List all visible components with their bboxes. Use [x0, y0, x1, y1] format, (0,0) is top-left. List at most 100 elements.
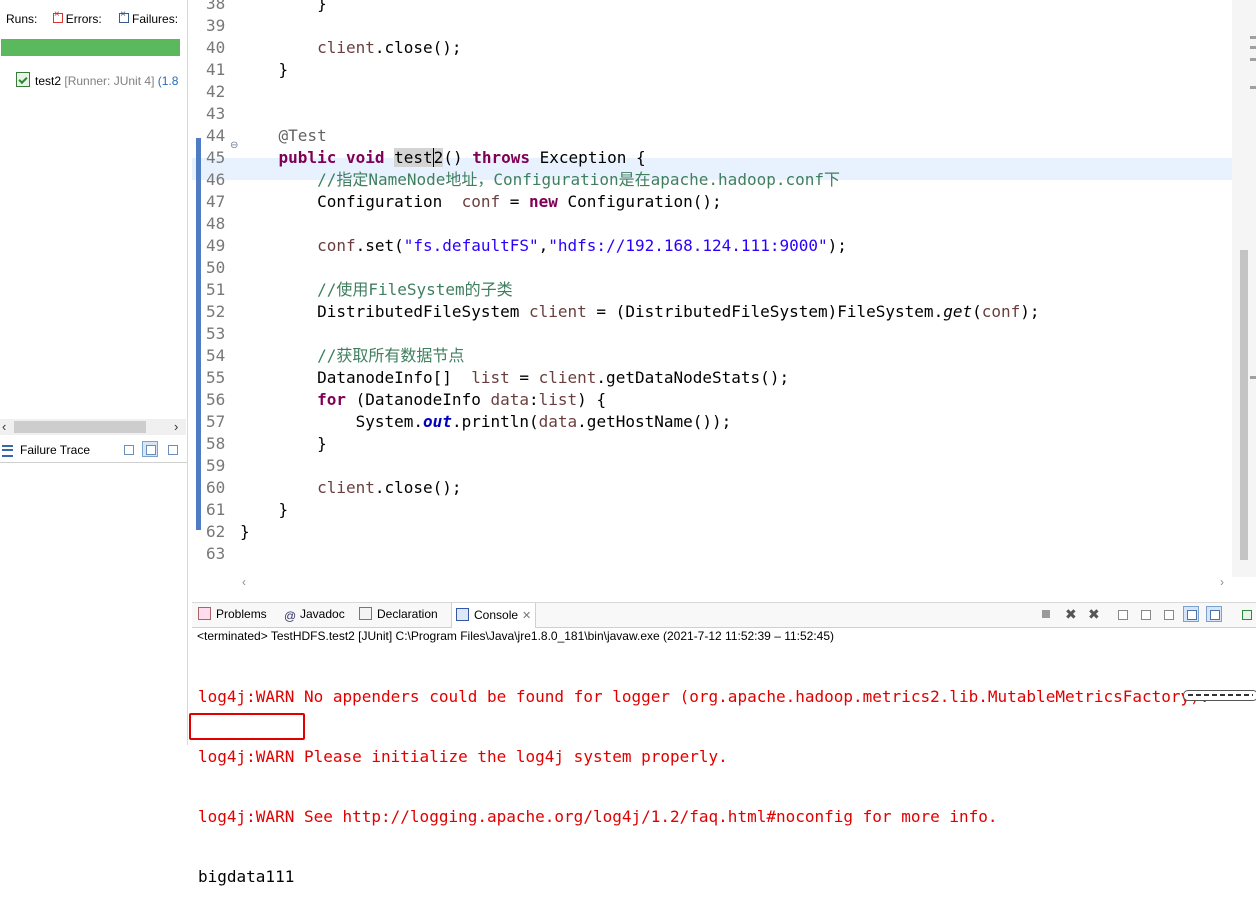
console-warn-line: log4j:WARN Please initialize the log4j s…	[198, 747, 728, 766]
show-on-stderr-icon[interactable]	[1206, 606, 1222, 622]
junit-view: Runs: Errors: Failures: test2 [Runner: J…	[0, 0, 188, 745]
pin-console-icon[interactable]	[1238, 606, 1254, 622]
editor-horizontal-scrollbar[interactable]: ‹ ›	[240, 575, 1232, 591]
console-output-line: bigdata111	[198, 867, 295, 886]
line-number: 39	[206, 16, 226, 35]
clear-console-icon[interactable]	[1114, 606, 1130, 622]
console-icon	[456, 608, 469, 621]
console-output[interactable]: log4j:WARN No appenders could be found f…	[198, 648, 1209, 907]
line-number: 58	[206, 434, 226, 453]
test-tree-item[interactable]: test2 [Runner: JUnit 4] (1.8	[16, 72, 178, 88]
console-warn-line: log4j:WARN No appenders could be found f…	[198, 687, 1210, 706]
code-line[interactable]: }	[240, 433, 327, 455]
tab-declaration[interactable]: Declaration	[359, 607, 438, 621]
output-highlight-box	[189, 713, 305, 740]
line-number: 63	[206, 544, 226, 563]
console-terminated-label: <terminated> TestHDFS.test2 [JUnit] C:\P…	[197, 629, 835, 643]
failure-trace-title: Failure Trace	[20, 443, 91, 457]
failure-trace-icon	[2, 445, 13, 457]
line-number: 52	[206, 302, 226, 321]
code-line[interactable]: }	[240, 0, 327, 15]
line-number: 54	[206, 346, 226, 365]
errors-icon	[52, 9, 63, 23]
copy-trace-icon[interactable]	[164, 441, 180, 457]
tree-horizontal-scrollbar[interactable]: ‹ ›	[0, 419, 186, 435]
tab-label: Declaration	[377, 607, 438, 621]
code-line[interactable]: }	[240, 59, 289, 81]
code-line[interactable]: client.close();	[240, 477, 462, 499]
line-number: 62	[206, 522, 226, 541]
show-on-stdout-icon[interactable]	[1183, 606, 1199, 622]
scroll-right-icon[interactable]: ›	[174, 419, 178, 434]
code-line[interactable]: public void test2() throws Exception {	[240, 147, 646, 169]
change-ruler	[196, 138, 201, 530]
remove-all-icon[interactable]: ✖	[1084, 606, 1100, 622]
problems-icon	[198, 607, 211, 620]
line-number: 42	[206, 82, 226, 101]
code-line[interactable]: //指定NameNode地址，Configuration是在apache.had…	[240, 169, 840, 191]
code-line[interactable]: DistributedFileSystem client = (Distribu…	[240, 301, 1039, 323]
compare-results-icon[interactable]	[120, 441, 136, 457]
word-wrap-icon[interactable]	[1160, 606, 1176, 622]
scroll-thumb[interactable]	[14, 421, 146, 433]
tab-console[interactable]: Console ✕	[451, 603, 537, 628]
code-line[interactable]: conf.set("fs.defaultFS","hdfs://192.168.…	[240, 235, 847, 257]
javadoc-icon: @	[284, 609, 297, 623]
line-number: 43	[206, 104, 226, 123]
failure-trace-header: Failure Trace	[0, 436, 187, 463]
line-number: 44	[206, 126, 226, 145]
code-line[interactable]: client.close();	[240, 37, 462, 59]
line-number: 49	[206, 236, 226, 255]
line-number: 46	[206, 170, 226, 189]
tab-label: Problems	[216, 607, 267, 621]
line-number: 53	[206, 324, 226, 343]
line-number: 55	[206, 368, 226, 387]
tab-problems[interactable]: Problems	[198, 607, 267, 621]
overview-marker[interactable]	[1250, 36, 1256, 39]
code-line[interactable]: @Test	[240, 125, 327, 147]
line-number: 59	[206, 456, 226, 475]
tab-label: Javadoc	[300, 607, 345, 621]
code-line[interactable]: Configuration conf = new Configuration()…	[240, 191, 722, 213]
editor-vertical-scrollbar[interactable]	[1232, 0, 1256, 577]
tab-javadoc[interactable]: @ Javadoc	[284, 607, 345, 622]
code-line[interactable]: for (DatanodeInfo data:list) {	[240, 389, 606, 411]
line-number: 40	[206, 38, 226, 57]
editor-scroll-thumb[interactable]	[1240, 250, 1248, 560]
declaration-icon	[359, 607, 372, 620]
line-number: 47	[206, 192, 226, 211]
overview-marker[interactable]	[1250, 46, 1256, 49]
filter-stack-icon[interactable]	[142, 441, 158, 457]
overview-marker[interactable]	[1250, 58, 1256, 61]
overview-marker[interactable]	[1250, 86, 1256, 89]
line-number: 57	[206, 412, 226, 431]
code-line[interactable]: System.out.println(data.getHostName());	[240, 411, 732, 433]
line-number: 60	[206, 478, 226, 497]
scroll-right-icon[interactable]: ›	[1220, 575, 1224, 589]
code-line[interactable]: //使用FileSystem的子类	[240, 279, 513, 301]
junit-progress-bar	[1, 39, 180, 56]
scroll-left-icon[interactable]: ‹	[2, 419, 6, 434]
scroll-left-icon[interactable]: ‹	[242, 575, 246, 589]
test-runner: [Runner: JUnit 4]	[64, 74, 155, 88]
code-line[interactable]: //获取所有数据节点	[240, 345, 464, 367]
line-number: 41	[206, 60, 226, 79]
terminate-icon[interactable]	[1038, 606, 1054, 622]
test-passed-icon	[16, 72, 30, 87]
console-warn-line: log4j:WARN See http://logging.apache.org…	[198, 807, 998, 826]
code-line[interactable]: }	[240, 499, 289, 521]
close-icon[interactable]: ✕	[522, 610, 531, 622]
test-name: test2	[35, 74, 62, 88]
code-line[interactable]: }	[240, 521, 250, 543]
line-number: 38	[206, 0, 226, 13]
tab-label: Console	[474, 608, 519, 622]
line-number: 61	[206, 500, 226, 519]
overview-marker[interactable]	[1250, 376, 1256, 379]
console-overview-handle[interactable]	[1183, 690, 1256, 701]
bottom-tab-bar: Problems @ Javadoc Declaration Console ✕ ✖…	[192, 602, 1256, 628]
scroll-lock-icon[interactable]	[1137, 606, 1153, 622]
code-line[interactable]: DatanodeInfo[] list = client.getDataNode…	[240, 367, 789, 389]
remove-launch-icon[interactable]: ✖	[1061, 606, 1077, 622]
line-number: 51	[206, 280, 226, 299]
code-editor[interactable]: ⊖ } client.close(); } @Test public void …	[192, 0, 1232, 577]
